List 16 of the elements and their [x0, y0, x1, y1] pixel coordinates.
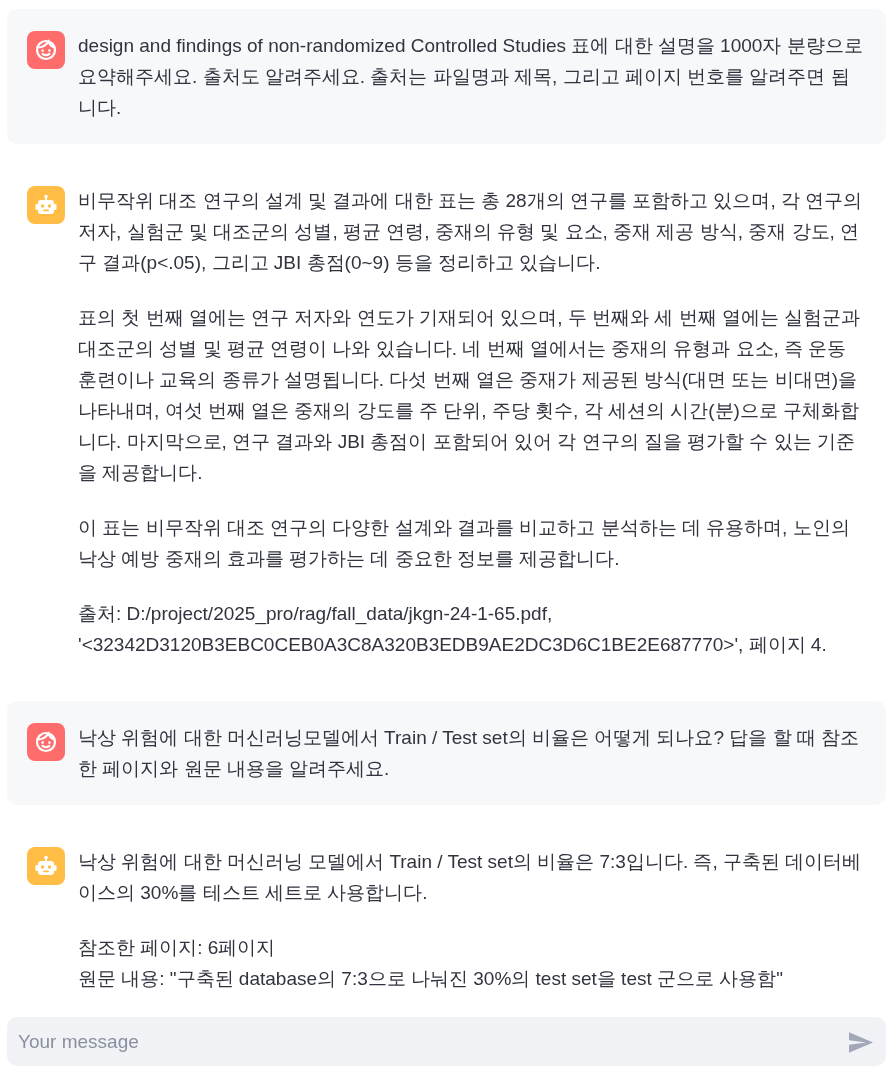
message-text: 출처: D:/project/2025_pro/rag/fall_data/jkgn-24-1-65.pdf, '<32342D3120B3EBC0CEB0A3C8A320B3EDB9AE2DC3D6C1BE2E687770>', 페이지 4. [78, 602, 828, 657]
robot-icon [27, 186, 65, 224]
message-text: 이 표는 비무작위 대조 연구의 다양한 설계와 결과를 비교하고 분석하는 데 유용하며, 노인의 낙상 예방 중재의 효과를 평가하는 데 중요한 정보를 제공합니다. [78, 516, 851, 571]
message-text: 비무작위 대조 연구의 설계 및 결과에 대한 표는 총 28개의 연구를 포함하고 있으며, 각 연구의 저자, 실험군 및 대조군의 성별, 평균 연령, 중재의 유형 및 요소, 중재 제공 방식, 중재 강도, 연구 결과(p<.05), 그리고 JBI 총점(0~9) 등을 정리하고 있습니다. [78, 189, 864, 275]
message-text: design and findings of non-randomized Controlled Studies 표에 대한 설명을 1000자 분량으로 요약해주세요. 출처도 알려주세요. 출처는 파일명과 제목, 그리고 페이지 번호를 알려주면 됩니다. [78, 34, 864, 120]
send-icon [849, 1031, 873, 1053]
message-text: 참조한 페이지: 6페이지 [78, 936, 277, 960]
face-icon [27, 31, 65, 69]
message-text: 낙상 위험에 대한 머신러닝 모델에서 Train / Test set의 비율은 7:3입니다. 즉, 구축된 데이터베이스의 30%를 테스트 세트로 사용합니다. [78, 850, 863, 905]
message-text: 원문 내용: "구축된 database의 7:3으로 나눠진 30%의 test set을 test 군으로 사용함" [78, 967, 785, 991]
message-text: 낙상 위험에 대한 머신러닝모델에서 Train / Test set의 비율은 어떻게 되나요? 답을 할 때 참조한 페이지와 원문 내용을 알려주세요. [78, 726, 861, 781]
face-icon [27, 723, 65, 761]
send-button[interactable] [848, 1029, 874, 1055]
message-text: 표의 첫 번째 열에는 연구 저자와 연도가 기재되어 있으며, 두 번째와 세 번째 열에는 실험군과 대조군의 성별 및 평균 연령이 나와 있습니다. 네 번째 열에서는 중재의 유형과 요소, 즉 운동 훈련이나 교육의 종류가 설명됩니다. 다섯 번째 열은 중재가 제공된 방식(대면 또는 비대면)을 나타내며, 여섯 번째 열은 중재의 강도를 주 단위, 주당 횟수, 각 세션의 시간(분)으로 구체화합니다. 마지막으로, 연구 결과와 JBI 총점이 포함되어 있어 각 연구의 질을 평가할 수 있는 기준을 제공합니다. [78, 306, 862, 485]
robot-icon [27, 847, 65, 885]
message-input[interactable]: Your message [7, 1017, 886, 1066]
